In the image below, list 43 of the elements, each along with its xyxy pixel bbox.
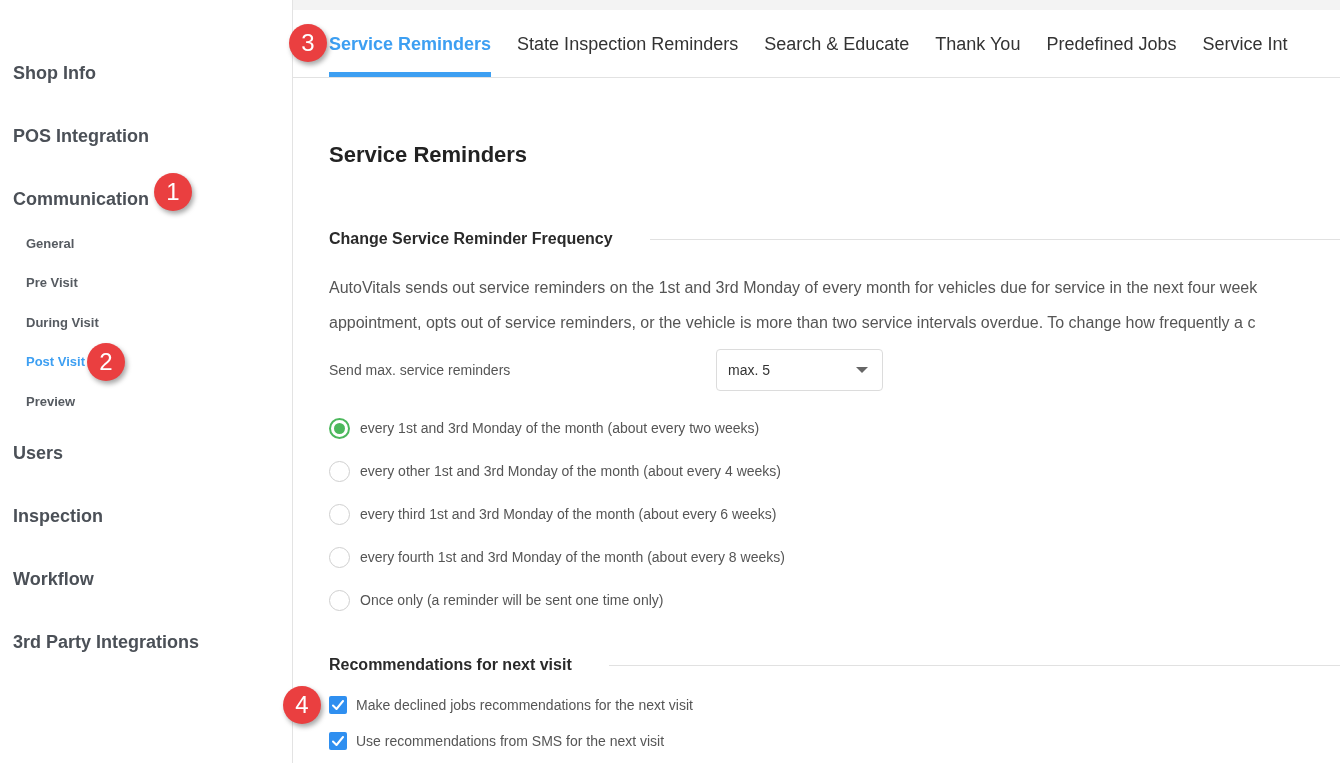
step-marker: 2 <box>87 343 125 382</box>
step-marker: 4 <box>283 686 321 724</box>
description-text: AutoVitals sends out service reminders on the 1st and 3rd Monday of every month for vehicles due for service in the next four week appointment, opts out of service reminders, or the vehicle is more than two service intervals overdue. To change how frequently a c <box>329 277 1258 333</box>
sidebar-item[interactable]: POS Integration <box>13 124 149 148</box>
field-label: Send max. service reminders <box>329 360 512 380</box>
tab[interactable]: Predefined Jobs <box>1046 10 1177 77</box>
sidebar-item[interactable]: Communication <box>13 187 149 211</box>
radio-label: every third 1st and 3rd Monday of the month (about every 6 weeks) <box>360 504 777 524</box>
section-heading: Recommendations for next visit <box>329 655 572 675</box>
tab[interactable]: State Inspection Reminders <box>517 10 739 77</box>
tab[interactable]: Thank You <box>935 10 1021 77</box>
sidebar-subitem[interactable]: General <box>26 233 75 254</box>
checkmark-icon <box>332 736 344 746</box>
sidebar-item[interactable]: Workflow <box>13 566 94 591</box>
section-heading: Change Service Reminder Frequency <box>329 229 613 249</box>
step-marker: 3 <box>289 24 327 62</box>
tab[interactable]: Service Int <box>1202 10 1288 77</box>
checkbox[interactable] <box>329 732 347 750</box>
step-marker: 1 <box>154 173 192 211</box>
radio-label: every other 1st and 3rd Monday of the month (about every 4 weeks) <box>360 461 781 481</box>
dropdown[interactable]: max. 5 <box>716 349 883 391</box>
checkbox[interactable] <box>329 696 347 714</box>
radio-button[interactable] <box>329 546 350 568</box>
radio-label: every fourth 1st and 3rd Monday of the month (about every 8 weeks) <box>360 547 785 567</box>
sidebar-subitem[interactable]: During Visit <box>26 312 99 333</box>
radio-label: Once only (a reminder will be sent one time only) <box>360 590 664 610</box>
radio-button[interactable] <box>329 460 350 482</box>
sidebar-subitem[interactable]: Preview <box>26 391 76 412</box>
page-title: Service Reminders <box>329 141 528 169</box>
radio-button[interactable] <box>329 417 350 439</box>
sidebar-item[interactable]: 3rd Party Integrations <box>13 629 200 654</box>
sidebar-subitem[interactable]: Pre Visit <box>26 273 78 294</box>
tab[interactable]: Search & Educate <box>764 10 910 77</box>
sidebar-item[interactable]: Users <box>13 440 64 465</box>
checkmark-icon <box>332 700 344 710</box>
checkbox-label: Make declined jobs recommendations for the next visit <box>356 695 693 715</box>
sidebar-item[interactable]: Shop Info <box>13 61 96 85</box>
sidebar-item[interactable]: Inspection <box>13 503 103 528</box>
radio-label: every 1st and 3rd Monday of the month (about every two weeks) <box>360 418 760 438</box>
radio-button[interactable] <box>329 589 350 611</box>
caret-icon <box>856 367 868 373</box>
checkbox-label: Use recommendations from SMS for the next visit <box>356 731 665 751</box>
radio-button[interactable] <box>329 503 350 525</box>
